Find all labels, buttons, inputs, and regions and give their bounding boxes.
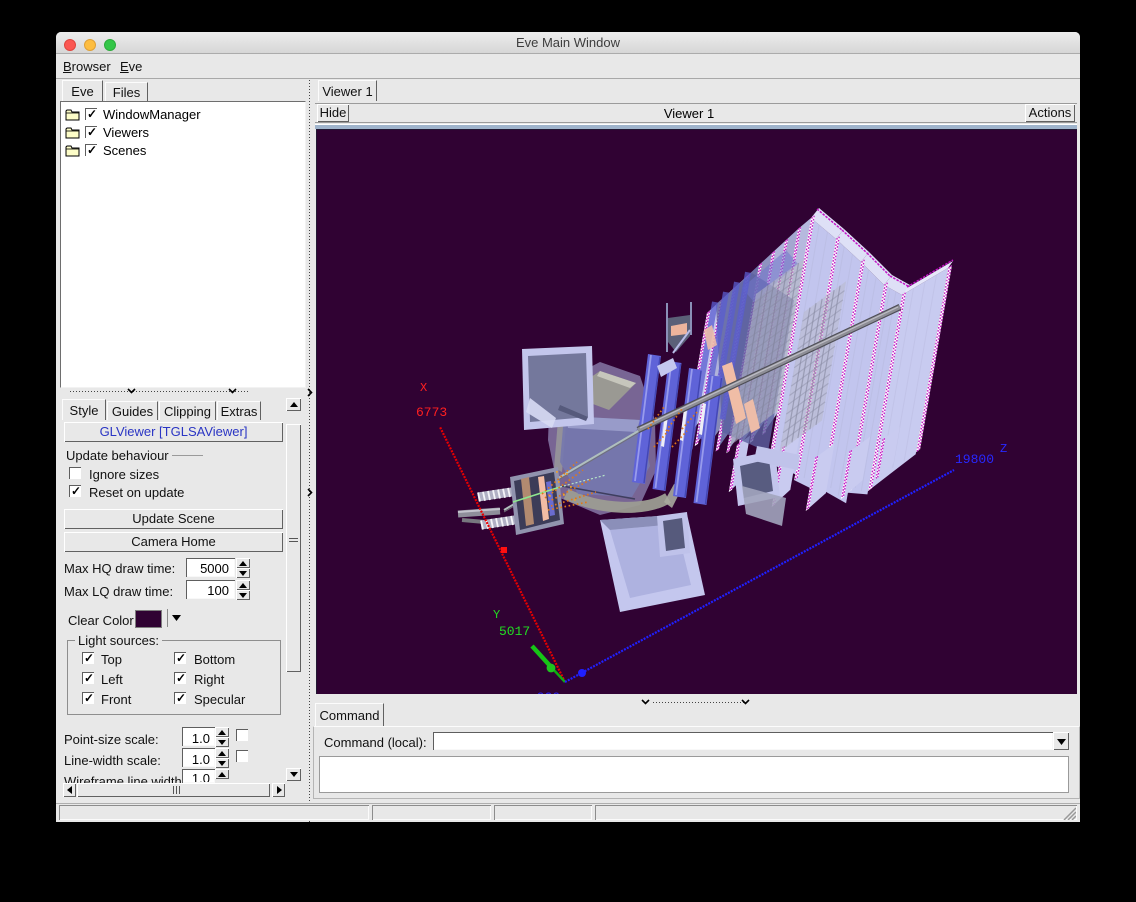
svg-text:X: X <box>420 381 427 395</box>
svg-text:Z: Z <box>1000 442 1007 456</box>
svg-text:5017: 5017 <box>499 624 530 639</box>
svg-text:6773: 6773 <box>416 405 447 420</box>
svg-text:19800: 19800 <box>955 452 994 467</box>
svg-text:Y: Y <box>493 608 500 622</box>
svg-text:-920: -920 <box>529 690 560 694</box>
